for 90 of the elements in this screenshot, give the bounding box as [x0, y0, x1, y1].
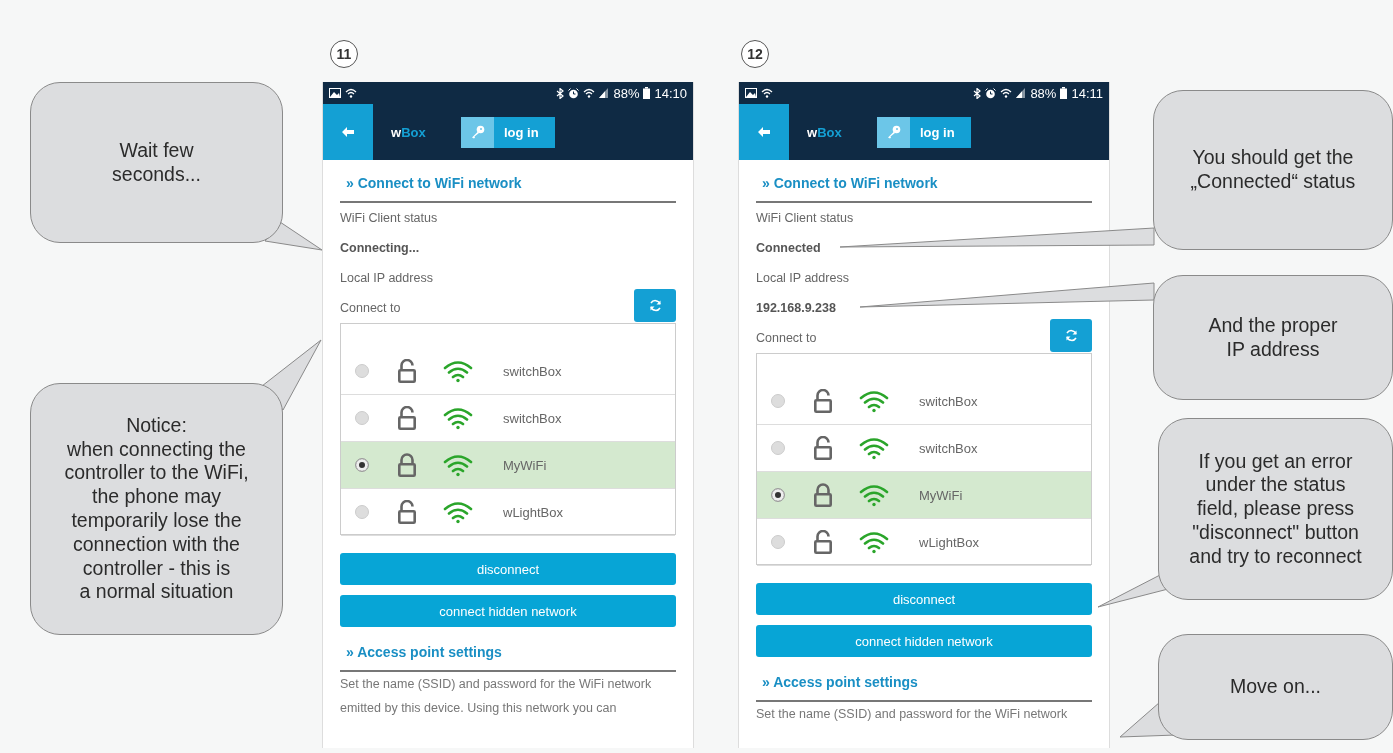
- section-title: » Connect to WiFi network: [761, 174, 939, 193]
- callout-bubble: Wait few seconds...: [30, 82, 283, 243]
- clock-time: 14:10: [654, 85, 687, 101]
- hidden-network-button[interactable]: connect hidden network: [756, 625, 1092, 657]
- field-label: Local IP address: [340, 270, 433, 287]
- radio-button[interactable]: [355, 505, 369, 519]
- bluetooth-icon: [556, 87, 565, 99]
- wifi-signal-icon: [859, 436, 889, 460]
- status-value: Connected: [756, 240, 821, 257]
- app-name: wBox: [807, 124, 843, 140]
- step-number: 12: [741, 40, 769, 68]
- wifi-signal-icon: [443, 359, 473, 383]
- wifi-signal-icon: [443, 500, 473, 524]
- network-name: switchBox: [503, 410, 562, 426]
- field-label: WiFi Client status: [340, 210, 438, 227]
- network-name: MyWiFi: [503, 457, 547, 473]
- app-name: wBox: [391, 124, 427, 140]
- disconnect-button[interactable]: disconnect: [756, 583, 1092, 615]
- login-button[interactable]: log in: [877, 116, 971, 148]
- network-row[interactable]: switchBox: [341, 348, 675, 395]
- back-button[interactable]: [323, 104, 373, 160]
- wifi-icon: [761, 88, 773, 98]
- refresh-button[interactable]: [634, 288, 676, 322]
- field-label: Local IP address: [756, 270, 849, 287]
- network-name: switchBox: [919, 393, 978, 409]
- radio-button[interactable]: [355, 411, 369, 425]
- network-row[interactable]: switchBox: [757, 378, 1091, 425]
- battery-percent: 88%: [1030, 85, 1057, 101]
- network-name: MyWiFi: [919, 487, 963, 503]
- image-icon: [329, 88, 341, 98]
- wifi-signal-icon: [859, 483, 889, 507]
- wifi-icon: [1000, 88, 1013, 98]
- refresh-icon: [1064, 328, 1078, 342]
- back-arrow-icon: [342, 127, 354, 137]
- wifi-icon: [345, 88, 357, 98]
- battery-percent: 88%: [613, 85, 640, 101]
- callout-bubble: You should get the „Connected“ status: [1153, 90, 1393, 250]
- section-title: » Access point settings: [761, 673, 919, 692]
- field-label: WiFi Client status: [756, 210, 854, 227]
- status-value: Connecting...: [340, 240, 420, 257]
- login-button[interactable]: log in: [461, 116, 555, 148]
- hidden-network-button[interactable]: connect hidden network: [340, 595, 676, 627]
- back-button[interactable]: [739, 104, 789, 160]
- network-row[interactable]: wLightBox: [757, 519, 1091, 566]
- wifi-signal-icon: [859, 530, 889, 554]
- refresh-icon: [648, 298, 662, 312]
- refresh-button[interactable]: [1050, 318, 1092, 352]
- disconnect-button[interactable]: disconnect: [340, 553, 676, 585]
- radio-button[interactable]: [771, 441, 785, 455]
- field-label: Connect to: [756, 330, 817, 347]
- description-text: Set the name (SSID) and password for the WiFi network: [340, 676, 653, 693]
- clock-time: 14:11: [1071, 85, 1103, 101]
- battery-icon: [643, 87, 651, 99]
- wifi-signal-icon: [443, 453, 473, 477]
- wifi-icon: [583, 88, 596, 98]
- network-name: wLightBox: [919, 534, 979, 550]
- wifi-signal-icon: [443, 406, 473, 430]
- section-title: » Access point settings: [345, 643, 503, 662]
- radio-button[interactable]: [771, 394, 785, 408]
- network-row[interactable]: MyWiFi: [341, 442, 675, 489]
- callout-bubble: Move on...: [1158, 634, 1393, 740]
- signal-icon: [599, 88, 610, 98]
- radio-button[interactable]: [771, 488, 785, 502]
- callout-bubble: And the proper IP address: [1153, 275, 1393, 400]
- network-name: switchBox: [503, 363, 562, 379]
- step-number: 11: [330, 40, 358, 68]
- image-icon: [745, 88, 757, 98]
- alarm-icon: [568, 87, 580, 99]
- battery-icon: [1060, 87, 1068, 99]
- network-name: switchBox: [919, 440, 978, 456]
- network-row[interactable]: wLightBox: [341, 489, 675, 536]
- bluetooth-icon: [973, 87, 982, 99]
- network-row[interactable]: MyWiFi: [757, 472, 1091, 519]
- key-icon: [886, 125, 901, 139]
- callout-bubble: If you get an error under the status field, please press "disconnect" button and try to reconnect: [1158, 418, 1393, 600]
- section-title: » Connect to WiFi network: [345, 174, 523, 193]
- alarm-icon: [985, 87, 997, 99]
- signal-icon: [1016, 88, 1027, 98]
- radio-button[interactable]: [771, 535, 785, 549]
- description-text: Set the name (SSID) and password for the WiFi network: [756, 706, 1069, 723]
- wifi-signal-icon: [859, 389, 889, 413]
- back-arrow-icon: [758, 127, 770, 137]
- network-name: wLightBox: [503, 504, 563, 520]
- callout-bubble: Notice: when connecting the controller to the WiFi, the phone may temporarily lose the connection with the controller - this is a normal situation: [30, 383, 283, 635]
- radio-button[interactable]: [355, 458, 369, 472]
- radio-button[interactable]: [355, 364, 369, 378]
- ip-address-value: 192.168.9.238: [756, 300, 836, 317]
- key-icon: [470, 125, 485, 139]
- field-label: Connect to: [340, 300, 401, 317]
- description-text: emitted by this device. Using this network you can: [340, 700, 618, 717]
